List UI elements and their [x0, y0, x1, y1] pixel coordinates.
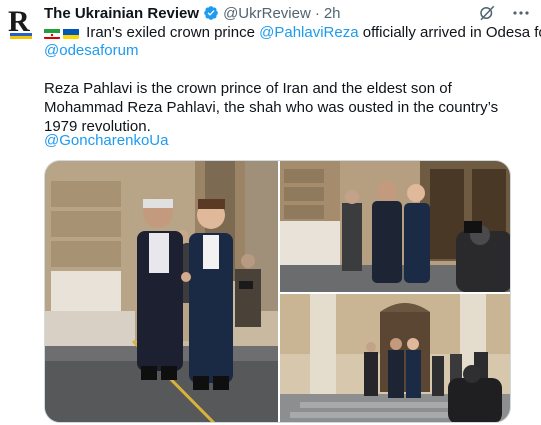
- grok-icon[interactable]: [477, 3, 497, 23]
- photo-handshake-steps[interactable]: [280, 294, 510, 422]
- post-time[interactable]: 2h: [324, 5, 341, 22]
- tweet-text-tail: officially arrived in Odesa for: [358, 24, 541, 41]
- mention-goncharenkoua[interactable]: @GoncharenkoUa: [44, 131, 168, 150]
- mention-pahlavireza[interactable]: @PahlaviReza: [259, 24, 358, 41]
- tweet-text-line2: @odesaforum: [44, 41, 138, 60]
- avatar[interactable]: R: [6, 7, 34, 39]
- separator-dot: ·: [314, 4, 320, 22]
- tweet-text-line1: Iran's exiled crown prince @PahlaviReza …: [44, 23, 541, 42]
- photo-handshake-closeup[interactable]: [45, 161, 278, 422]
- verified-badge-icon[interactable]: [203, 5, 219, 21]
- media-grid: [44, 160, 511, 423]
- author-name[interactable]: The Ukrainian Review: [44, 5, 199, 22]
- tweet-paragraph: Reza Pahlavi is the crown prince of Iran…: [44, 80, 499, 135]
- tweet-actions-top: [477, 3, 531, 23]
- mention-odesaforum[interactable]: @odesaforum: [44, 42, 138, 59]
- author-handle[interactable]: @UkrReview: [223, 5, 311, 22]
- photo-handshake-entrance[interactable]: [280, 161, 510, 292]
- tweet-header: The Ukrainian Review @UkrReview · 2h: [44, 4, 341, 22]
- logo-yellow-bar: [10, 36, 32, 39]
- iran-flag: [44, 27, 60, 39]
- ukraine-flag: [63, 27, 79, 39]
- more-icon[interactable]: [511, 3, 531, 23]
- tweet-text-lead: Iran's exiled crown prince: [86, 24, 260, 41]
